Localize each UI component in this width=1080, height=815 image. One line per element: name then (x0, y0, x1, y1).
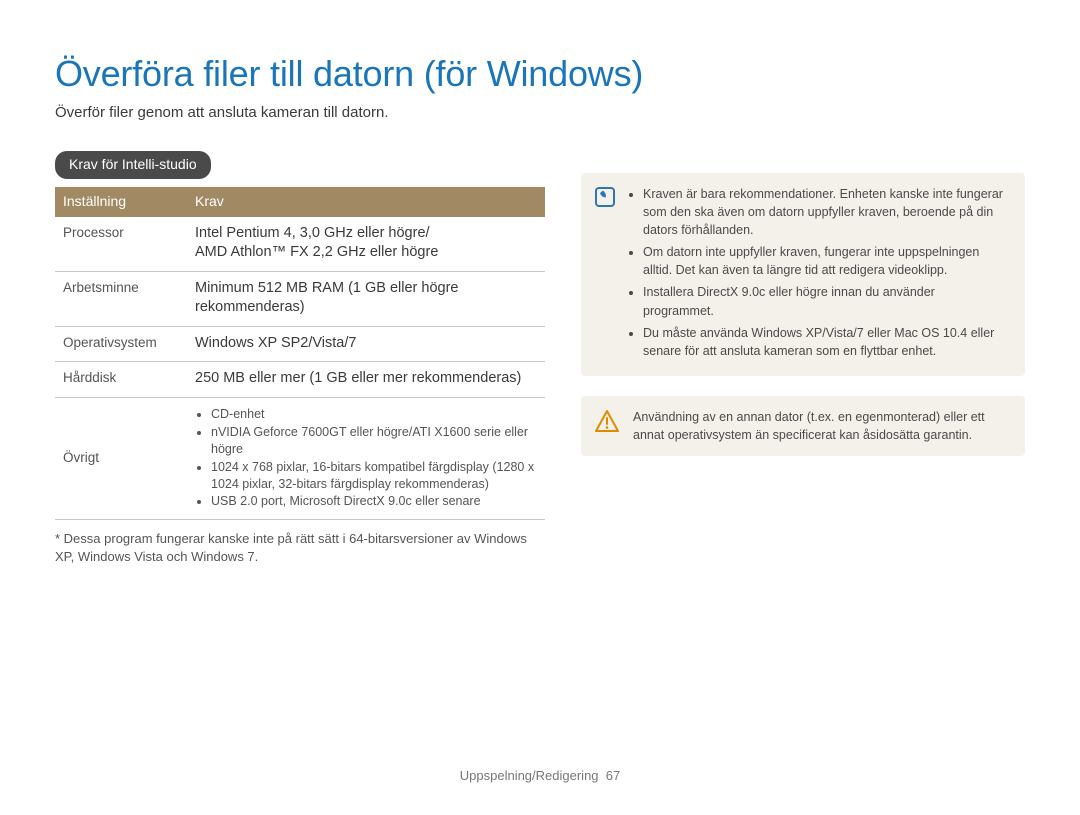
table-row: Operativsystem Windows XP SP2/Vista/7 (55, 326, 545, 362)
row-value-processor: Intel Pentium 4, 3,0 GHz eller högre/ AM… (187, 217, 545, 272)
warning-note-box: Användning av en annan dator (t.ex. en e… (581, 396, 1025, 456)
list-item: Om datorn inte uppfyller kraven, fungera… (643, 243, 1009, 279)
footer-page-number: 67 (606, 768, 620, 783)
table-row: Övrigt CD-enhet nVIDIA Geforce 7600GT el… (55, 398, 545, 520)
info-note-box: ✎ Kraven är bara rekommendationer. Enhet… (581, 173, 1025, 376)
list-item: Installera DirectX 9.0c eller högre inna… (643, 283, 1009, 319)
list-item: Kraven är bara rekommendationer. Enheten… (643, 185, 1009, 239)
table-header-setting: Inställning (55, 187, 187, 217)
table-row: Processor Intel Pentium 4, 3,0 GHz eller… (55, 217, 545, 272)
warning-text: Användning av en annan dator (t.ex. en e… (633, 408, 1009, 444)
footnote-text: * Dessa program fungerar kanske inte på … (55, 530, 545, 566)
list-item: nVIDIA Geforce 7600GT eller högre/ATI X1… (211, 424, 537, 458)
row-value-other: CD-enhet nVIDIA Geforce 7600GT eller hög… (187, 398, 545, 520)
row-label-hdd: Hårddisk (55, 362, 187, 398)
warning-icon (595, 410, 619, 432)
table-row: Hårddisk 250 MB eller mer (1 GB eller me… (55, 362, 545, 398)
list-item: Du måste använda Windows XP/Vista/7 elle… (643, 324, 1009, 360)
row-value-hdd: 250 MB eller mer (1 GB eller mer rekomme… (187, 362, 545, 398)
info-icon: ✎ (595, 187, 615, 207)
footer-section-label: Uppspelning/Redigering (460, 768, 599, 783)
table-row: Arbetsminne Minimum 512 MB RAM (1 GB ell… (55, 271, 545, 326)
list-item: 1024 x 768 pixlar, 16-bitars kompatibel … (211, 459, 537, 493)
table-header-requirement: Krav (187, 187, 545, 217)
row-value-os: Windows XP SP2/Vista/7 (187, 326, 545, 362)
section-heading-pill: Krav för Intelli-studio (55, 151, 211, 179)
row-value-ram: Minimum 512 MB RAM (1 GB eller högre rek… (187, 271, 545, 326)
page-title: Överföra filer till datorn (för Windows) (55, 50, 1025, 99)
requirements-table: Inställning Krav Processor Intel Pentium… (55, 187, 545, 521)
row-label-ram: Arbetsminne (55, 271, 187, 326)
page-footer: Uppspelning/Redigering 67 (0, 767, 1080, 785)
list-item: USB 2.0 port, Microsoft DirectX 9.0c ell… (211, 493, 537, 510)
list-item: CD-enhet (211, 406, 537, 423)
row-label-other: Övrigt (55, 398, 187, 520)
row-label-processor: Processor (55, 217, 187, 272)
page-intro: Överför filer genom att ansluta kameran … (55, 103, 1025, 123)
svg-text:✎: ✎ (600, 191, 606, 199)
row-label-os: Operativsystem (55, 326, 187, 362)
